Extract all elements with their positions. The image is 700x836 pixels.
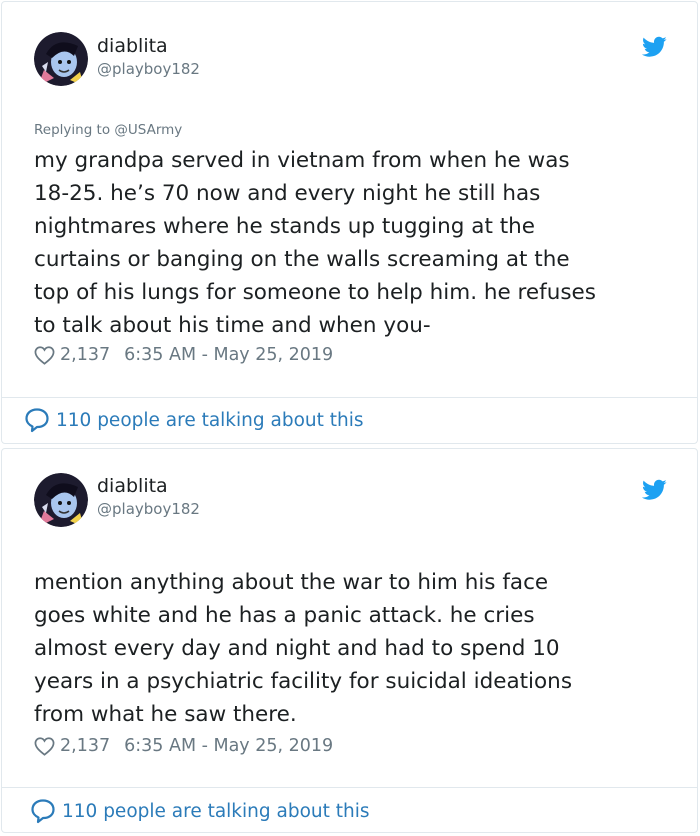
like-count[interactable]: 2,137 <box>60 736 110 756</box>
tweet-card: diablita @playboy182 mention anything ab… <box>1 448 698 833</box>
tweet-text: my grandpa served in vietnam from when h… <box>34 148 596 338</box>
talking-link[interactable]: 110 people are talking about this <box>24 407 364 433</box>
twitter-bird-icon[interactable] <box>642 36 667 58</box>
author-handle[interactable]: @playboy182 <box>97 60 200 78</box>
speech-bubble-icon <box>25 408 49 433</box>
timestamp[interactable]: 6:35 AM - May 25, 2019 <box>124 345 333 365</box>
divider <box>2 397 697 398</box>
speech-bubble-icon <box>31 799 55 824</box>
talking-link[interactable]: 110 people are talking about this <box>30 798 370 824</box>
tweet-meta: 2,137 6:35 AM - May 25, 2019 <box>34 736 333 756</box>
avatar[interactable] <box>34 473 88 527</box>
author-name[interactable]: diablita <box>97 35 168 57</box>
avatar[interactable] <box>34 32 88 86</box>
tweet-text: mention anything about the war to him hi… <box>34 570 573 727</box>
avatar-image <box>34 473 88 527</box>
heart-icon[interactable] <box>34 736 55 756</box>
twitter-bird-icon[interactable] <box>642 479 667 501</box>
heart-icon[interactable] <box>34 345 55 365</box>
tweet-meta: 2,137 6:35 AM - May 25, 2019 <box>34 345 333 365</box>
talking-label: 110 people are talking about this <box>56 409 364 431</box>
reply-to-label[interactable]: Replying to @USArmy <box>34 122 182 138</box>
like-count[interactable]: 2,137 <box>60 345 110 365</box>
divider <box>2 787 697 788</box>
avatar-image <box>34 32 88 86</box>
author-handle[interactable]: @playboy182 <box>97 500 200 518</box>
tweet-card: diablita @playboy182 Replying to @USArmy… <box>1 1 698 444</box>
talking-label: 110 people are talking about this <box>62 800 370 822</box>
author-name[interactable]: diablita <box>97 475 168 497</box>
timestamp[interactable]: 6:35 AM - May 25, 2019 <box>124 736 333 756</box>
